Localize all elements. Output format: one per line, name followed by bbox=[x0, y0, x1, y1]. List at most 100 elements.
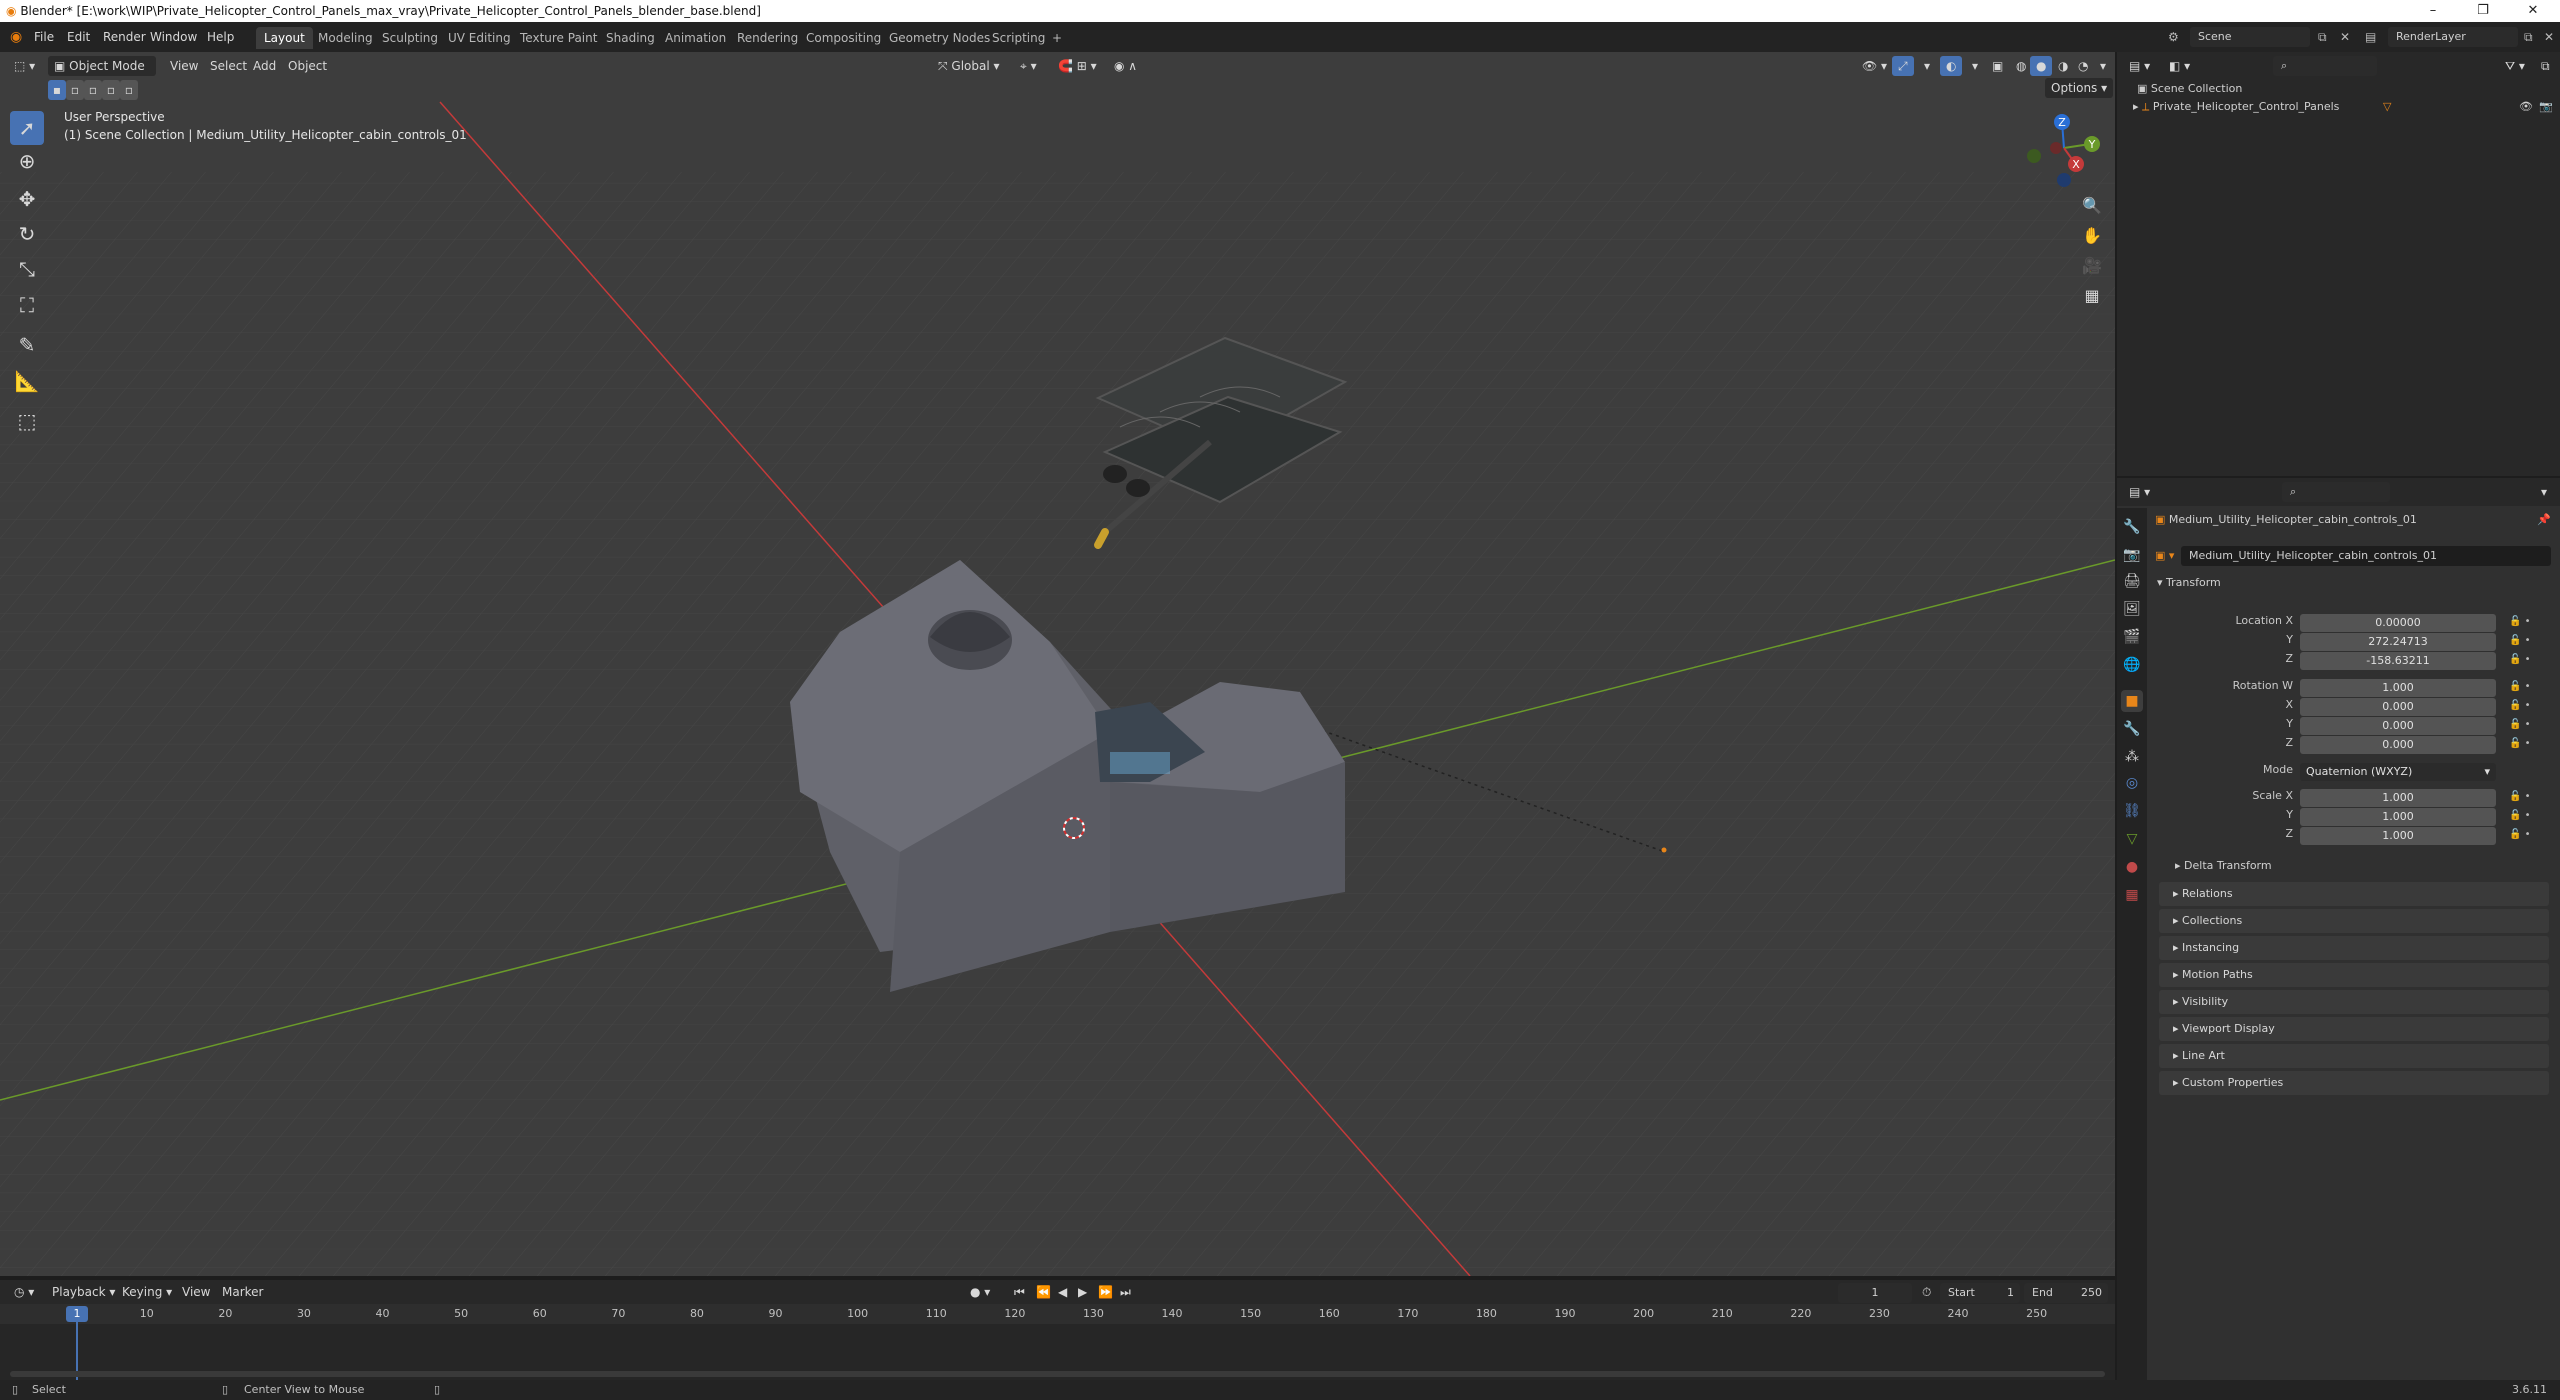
pan-hand-icon[interactable]: ✋ bbox=[2077, 220, 2107, 250]
new-view-layer-icon[interactable]: ⧉ bbox=[2524, 28, 2533, 46]
properties-search-input[interactable]: ⌕ bbox=[2282, 482, 2390, 502]
location-x-field[interactable]: 0.00000 bbox=[2300, 614, 2496, 632]
menu-help[interactable]: Help bbox=[207, 28, 234, 46]
tab-compositing[interactable]: Compositing bbox=[798, 27, 889, 49]
tool-tab-icon[interactable]: 🔧 bbox=[2121, 516, 2143, 538]
editor-type-icon[interactable]: ⬚ ▾ bbox=[8, 56, 41, 76]
proportional-edit-icon[interactable]: ◉ ∧ bbox=[1108, 56, 1143, 76]
pin-icon[interactable]: 📌 bbox=[2537, 510, 2551, 530]
menu-file[interactable]: File bbox=[34, 28, 54, 46]
lock-icon[interactable]: 🔓 • bbox=[2509, 810, 2531, 821]
blender-menu-icon[interactable]: ◉ bbox=[10, 28, 22, 46]
gizmo-toggle-icon[interactable]: ⤢ bbox=[1892, 56, 1914, 76]
lock-icon[interactable]: 🔓 • bbox=[2509, 791, 2531, 802]
minimize-button[interactable]: – bbox=[2410, 0, 2456, 22]
select-extend-icon[interactable]: ▫ bbox=[66, 80, 84, 100]
lock-icon[interactable]: 🔓 • bbox=[2509, 681, 2531, 692]
menu-select[interactable]: Select bbox=[204, 56, 253, 76]
annotate-tool[interactable]: ✎ bbox=[10, 328, 44, 362]
texture-tab-icon[interactable]: ▦ bbox=[2121, 884, 2143, 906]
rotation-y-field[interactable]: 0.000 bbox=[2300, 717, 2496, 735]
outliner-editor-type-icon[interactable]: ▤ ▾ bbox=[2123, 56, 2156, 76]
tab-modeling[interactable]: Modeling bbox=[310, 27, 381, 49]
object-mode-dropdown[interactable]: ▣ Object Mode ▾ bbox=[48, 56, 156, 93]
shading-dropdown-icon[interactable]: ▾ bbox=[2094, 56, 2112, 76]
new-collection-icon[interactable]: ⧉ bbox=[2535, 56, 2556, 76]
measure-tool[interactable]: 📐 bbox=[10, 364, 44, 398]
view-layer-selector[interactable]: RenderLayer bbox=[2388, 27, 2518, 47]
new-scene-icon[interactable]: ⧉ bbox=[2318, 28, 2327, 46]
close-button[interactable]: ✕ bbox=[2510, 0, 2556, 22]
rotate-tool[interactable]: ↻ bbox=[10, 217, 44, 251]
rendered-shading-icon[interactable]: ◔ bbox=[2072, 56, 2094, 76]
select-invert-icon[interactable]: ▫ bbox=[102, 80, 120, 100]
select-box-tool[interactable]: ➚ bbox=[10, 111, 44, 145]
outliner-search-input[interactable]: ⌕ bbox=[2273, 56, 2377, 76]
line-art-panel[interactable]: ▸ Line Art bbox=[2159, 1044, 2549, 1068]
xray-toggle-icon[interactable]: ▣ bbox=[1986, 56, 2009, 76]
rotation-z-field[interactable]: 0.000 bbox=[2300, 736, 2496, 754]
transform-panel-header[interactable]: ▾ Transform bbox=[2157, 572, 2551, 594]
tab-texture-paint[interactable]: Texture Paint bbox=[512, 27, 605, 49]
viewport-display-panel[interactable]: ▸ Viewport Display bbox=[2159, 1017, 2549, 1041]
object-tab-icon[interactable]: ■ bbox=[2121, 690, 2143, 712]
tab-shading[interactable]: Shading bbox=[598, 27, 663, 49]
3d-viewport[interactable]: Z Y X ⬚ ▾ ▣ Object Mode ▾ View Select Ad… bbox=[0, 52, 2115, 1276]
rotation-w-field[interactable]: 1.000 bbox=[2300, 679, 2496, 697]
location-y-field[interactable]: 272.24713 bbox=[2300, 633, 2496, 651]
scale-z-field[interactable]: 1.000 bbox=[2300, 827, 2496, 845]
gizmo-dropdown-icon[interactable]: ▾ bbox=[1918, 56, 1936, 76]
menu-view[interactable]: View bbox=[164, 56, 204, 76]
scale-y-field[interactable]: 1.000 bbox=[2300, 808, 2496, 826]
camera-view-icon[interactable]: 🎥 bbox=[2077, 250, 2107, 280]
lock-icon[interactable]: 🔓 • bbox=[2509, 738, 2531, 749]
delta-transform-subpanel[interactable]: ▸ Delta Transform bbox=[2175, 856, 2545, 876]
expand-arrow-icon[interactable]: ▸ bbox=[2133, 100, 2139, 113]
overlay-dropdown-icon[interactable]: ▾ bbox=[1966, 56, 1984, 76]
lock-icon[interactable]: 🔓 • bbox=[2509, 654, 2531, 665]
visibility-icon[interactable]: 👁 ▾ bbox=[1856, 56, 1893, 76]
collections-panel[interactable]: ▸ Collections bbox=[2159, 909, 2549, 933]
snap-icon[interactable]: 🧲 ⊞ ▾ bbox=[1052, 56, 1103, 76]
relations-panel[interactable]: ▸ Relations bbox=[2159, 882, 2549, 906]
rotation-x-field[interactable]: 0.000 bbox=[2300, 698, 2496, 716]
add-cube-tool[interactable]: ⬚ bbox=[10, 404, 44, 438]
options-button[interactable]: Options ▾ bbox=[2045, 78, 2114, 98]
tab-layout[interactable]: Layout bbox=[256, 27, 313, 49]
modifier-tab-icon[interactable]: 🔧 bbox=[2121, 718, 2143, 740]
playhead[interactable]: 1 bbox=[66, 1306, 88, 1322]
outliner-scene-collection[interactable]: ▣ Scene Collection bbox=[2137, 80, 2242, 98]
tab-sculpting[interactable]: Sculpting bbox=[374, 27, 446, 49]
transform-tool[interactable]: ⛶ bbox=[10, 288, 44, 322]
tab-scripting[interactable]: Scripting bbox=[984, 27, 1053, 49]
solid-shading-icon[interactable]: ● bbox=[2030, 56, 2053, 76]
scene-tab-icon[interactable]: 🎬 bbox=[2121, 626, 2143, 648]
maximize-button[interactable]: ❐ bbox=[2460, 0, 2506, 22]
cursor-tool[interactable]: ⊕ bbox=[10, 144, 44, 178]
pivot-point-icon[interactable]: ⌖ ▾ bbox=[1014, 56, 1043, 76]
lock-icon[interactable]: 🔓 • bbox=[2509, 700, 2531, 711]
outliner-row[interactable]: ▸ ⟂ Private_Helicopter_Control_Panels ▽ … bbox=[2123, 98, 2553, 116]
filter-icon[interactable]: ⛛ ▾ bbox=[2499, 56, 2531, 76]
view-layer-icon[interactable]: ▤ bbox=[2365, 28, 2376, 46]
select-intersect-icon[interactable]: ▫ bbox=[120, 80, 138, 100]
object-name-field[interactable]: Medium_Utility_Helicopter_cabin_controls… bbox=[2181, 546, 2551, 566]
render-tab-icon[interactable]: 📷 bbox=[2121, 544, 2143, 566]
constraints-tab-icon[interactable]: ⛓ bbox=[2121, 800, 2143, 822]
data-tab-icon[interactable]: ▽ bbox=[2121, 828, 2143, 850]
ortho-grid-icon[interactable]: ▦ bbox=[2077, 280, 2107, 310]
menu-object[interactable]: Object bbox=[282, 56, 333, 76]
select-new-icon[interactable]: ▪ bbox=[48, 80, 66, 100]
world-tab-icon[interactable]: 🌐 bbox=[2121, 654, 2143, 676]
datablock-icon[interactable]: ▣ ▾ bbox=[2155, 549, 2174, 562]
lock-icon[interactable]: 🔓 • bbox=[2509, 616, 2531, 627]
visibility-panel[interactable]: ▸ Visibility bbox=[2159, 990, 2549, 1014]
eye-visibility-icon[interactable]: 👁 bbox=[2519, 98, 2533, 116]
custom-properties-panel[interactable]: ▸ Custom Properties bbox=[2159, 1071, 2549, 1095]
menu-render[interactable]: Render bbox=[103, 28, 146, 46]
delete-view-layer-icon[interactable]: ✕ bbox=[2544, 28, 2554, 46]
select-subtract-icon[interactable]: ▫ bbox=[84, 80, 102, 100]
instancing-panel[interactable]: ▸ Instancing bbox=[2159, 936, 2549, 960]
scale-x-field[interactable]: 1.000 bbox=[2300, 789, 2496, 807]
scene-selector[interactable]: Scene bbox=[2190, 27, 2310, 47]
